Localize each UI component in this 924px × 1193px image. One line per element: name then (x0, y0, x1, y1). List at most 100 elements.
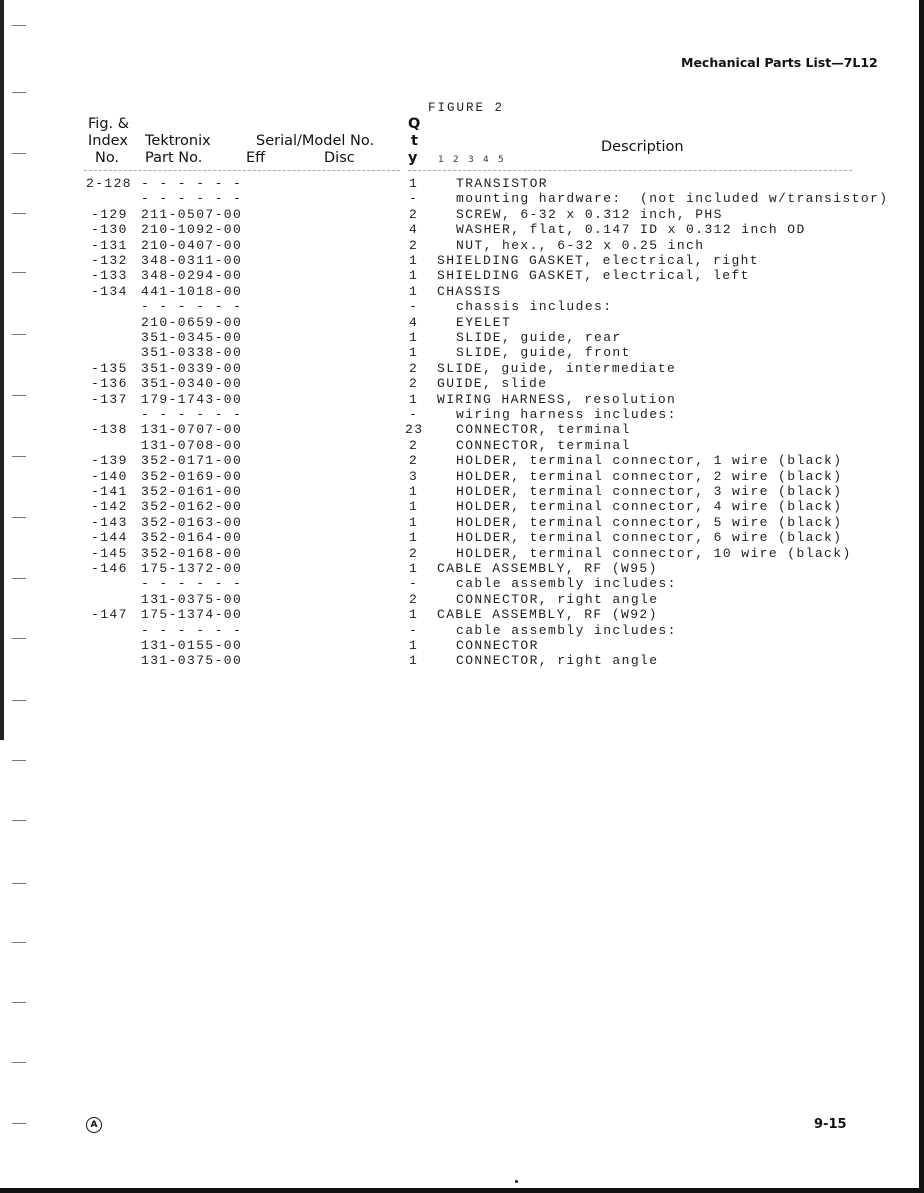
quantity: 2 (409, 437, 419, 453)
fig-index-no: -130 (91, 222, 128, 238)
fig-index-no: -147 (91, 607, 128, 623)
binder-mark (12, 395, 26, 396)
description: HOLDER, terminal connector, 5 wire (blac… (456, 514, 843, 530)
description: CHASSIS (437, 283, 502, 299)
part-number: 352-0162-00 (141, 499, 243, 515)
part-number: 211-0507-00 (141, 206, 243, 222)
description: SCREW, 6-32 x 0.312 inch, PHS (456, 206, 723, 222)
description: SLIDE, guide, rear (456, 330, 622, 345)
description: NUT, hex., 6-32 x 0.25 inch (456, 237, 705, 253)
header-index: Index (88, 133, 128, 149)
header-qty-t: t (411, 133, 418, 149)
quantity: 1 (409, 268, 419, 284)
description: CONNECTOR, terminal (456, 422, 631, 438)
description: SHIELDING GASKET, electrical, right (437, 253, 760, 268)
quantity: 1 (409, 253, 419, 268)
description: CABLE ASSEMBLY, RF (W92) (437, 607, 658, 623)
indent-level: 4 (483, 155, 489, 165)
quantity: 1 (409, 499, 419, 515)
part-number: 348-0311-00 (141, 253, 243, 268)
part-number: 131-0155-00 (141, 638, 243, 653)
description: HOLDER, terminal connector, 1 wire (blac… (456, 453, 843, 469)
binder-mark (12, 1123, 26, 1124)
header-index-no: No. (95, 150, 120, 166)
quantity: 1 (409, 561, 419, 576)
quantity: 1 (409, 530, 419, 546)
description: HOLDER, terminal connector, 4 wire (blac… (456, 499, 843, 515)
header-qty-y: y (408, 150, 418, 166)
quantity: - (409, 299, 419, 315)
indent-level: 5 (498, 155, 504, 165)
header-rule-left (84, 170, 400, 171)
quantity: 2 (409, 237, 419, 253)
fig-index-no: -135 (91, 360, 128, 376)
description: wiring harness includes: (456, 407, 677, 422)
description: mounting hardware: (not included w/trans… (456, 191, 889, 207)
part-number: 351-0345-00 (141, 330, 243, 345)
description: WASHER, flat, 0.147 ID x 0.312 inch OD (456, 222, 806, 238)
fig-index-no: -133 (91, 268, 128, 284)
quantity: 2 (409, 376, 419, 392)
quantity: 23 (405, 422, 424, 438)
part-number: 352-0171-00 (141, 453, 243, 469)
fig-index-no: -136 (91, 376, 128, 392)
quantity: 2 (409, 453, 419, 469)
part-number: - - - - - - (141, 576, 243, 592)
binder-hole-marks (0, 0, 40, 1193)
description: HOLDER, terminal connector, 6 wire (blac… (456, 530, 843, 546)
quantity: 2 (409, 591, 419, 607)
binder-mark (12, 638, 26, 639)
fig-index-no: -142 (91, 499, 128, 515)
fig-index-no: -138 (91, 422, 128, 438)
binder-mark (12, 153, 26, 154)
quantity: - (409, 191, 419, 207)
part-number: 179-1743-00 (141, 391, 243, 407)
description: HOLDER, terminal connector, 3 wire (blac… (456, 484, 843, 499)
indent-level-numbers: 12345 (438, 155, 513, 165)
header-eff: Eff (246, 150, 266, 166)
quantity: - (409, 576, 419, 592)
binder-mark (12, 700, 26, 701)
part-number: - - - - - - (141, 299, 243, 315)
quantity: 1 (409, 345, 419, 361)
binder-mark (12, 25, 26, 26)
part-number: 131-0375-00 (141, 591, 243, 607)
description: TRANSISTOR (456, 176, 549, 191)
fig-index-no: -140 (91, 468, 128, 484)
quantity: 1 (409, 638, 419, 653)
description: GUIDE, slide (437, 376, 548, 392)
fig-index-no: -139 (91, 453, 128, 469)
part-number: 352-0168-00 (141, 545, 243, 561)
page-edge-bottom (0, 1188, 924, 1193)
part-number: 352-0163-00 (141, 514, 243, 530)
part-number: 352-0169-00 (141, 468, 243, 484)
quantity: 2 (409, 360, 419, 376)
description: CONNECTOR, terminal (456, 437, 631, 453)
part-number: 351-0338-00 (141, 345, 243, 361)
part-number: 348-0294-00 (141, 268, 243, 284)
quantity: 1 (409, 653, 419, 669)
description: CONNECTOR, right angle (456, 653, 659, 669)
part-number: 210-0407-00 (141, 237, 243, 253)
part-number: 351-0339-00 (141, 360, 243, 376)
revision-mark-icon: A (86, 1117, 102, 1133)
figure-label: FIGURE 2 (428, 101, 505, 115)
part-number: 131-0707-00 (141, 422, 243, 438)
quantity: 3 (409, 468, 419, 484)
part-number: 352-0164-00 (141, 530, 243, 546)
binder-mark (12, 578, 26, 579)
description: SLIDE, guide, intermediate (437, 360, 677, 376)
quantity: 1 (409, 484, 419, 499)
header-fig: Fig. & (88, 116, 130, 132)
quantity: 1 (409, 330, 419, 345)
part-number: 210-1092-00 (141, 222, 243, 238)
fig-index-no: -146 (91, 561, 128, 576)
quantity: 2 (409, 206, 419, 222)
fig-index-no: -144 (91, 530, 128, 546)
fig-index-no: -134 (91, 283, 128, 299)
header-disc: Disc (324, 150, 355, 166)
binder-mark (12, 942, 26, 943)
binder-mark (12, 334, 26, 335)
quantity: 1 (409, 283, 419, 299)
quantity: 1 (409, 391, 419, 407)
